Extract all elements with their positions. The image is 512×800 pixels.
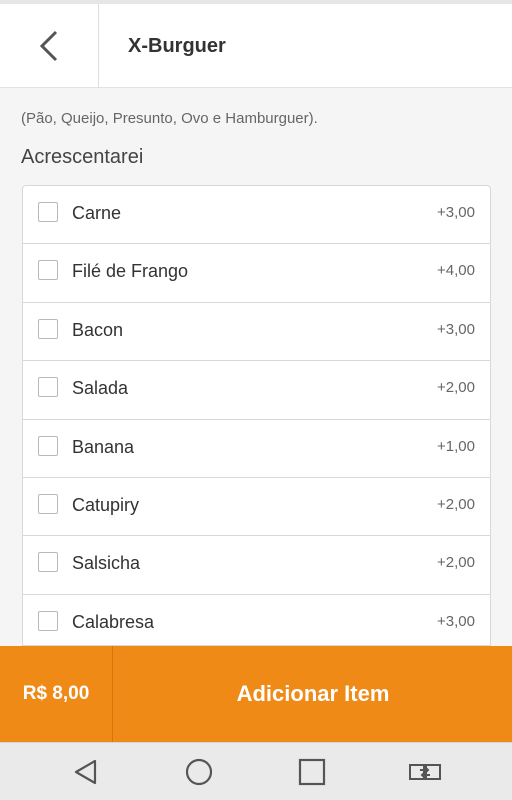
option-price: +3,00 (437, 320, 475, 338)
options-list[interactable]: Carne +3,00 Filé de Frango +4,00 Bacon +… (22, 185, 491, 646)
item-description: (Pão, Queijo, Presunto, Ovo e Hamburguer… (21, 110, 318, 127)
page-title: X-Burguer (128, 35, 226, 57)
nav-switch-button[interactable] (395, 743, 455, 800)
nav-recents-button[interactable] (282, 743, 342, 800)
chevron-left-icon (39, 30, 58, 62)
option-price: +2,00 (437, 554, 475, 572)
option-price: +3,00 (437, 612, 475, 630)
back-triangle-icon (74, 759, 97, 785)
option-name: Calabresa (72, 611, 155, 632)
switch-apps-icon (409, 764, 441, 780)
option-row-salada[interactable]: Salada +2,00 (23, 361, 490, 420)
option-price: +3,00 (437, 204, 475, 221)
home-circle-icon (185, 758, 213, 786)
add-item-button[interactable]: Adicionar Item (114, 646, 512, 742)
checkbox[interactable] (38, 552, 58, 573)
section-title: Acrescentarei (21, 146, 144, 168)
nav-back-button[interactable] (56, 743, 116, 800)
option-row-calabresa[interactable]: Calabresa +3,00 (23, 595, 490, 645)
checkbox[interactable] (38, 202, 58, 222)
option-name: Salada (72, 378, 129, 399)
option-row-banana[interactable]: Banana +1,00 (23, 420, 490, 478)
checkbox[interactable] (38, 435, 58, 456)
checkbox[interactable] (38, 377, 58, 398)
option-row-carne[interactable]: Carne +3,00 (23, 186, 490, 245)
option-row-catupiry[interactable]: Catupiry +2,00 (23, 478, 490, 537)
option-price: +1,00 (437, 437, 475, 455)
option-name: Salsicha (72, 553, 141, 574)
app-header: X-Burguer (0, 0, 512, 88)
checkbox[interactable] (38, 318, 58, 339)
nav-home-button[interactable] (169, 743, 229, 800)
option-name: Catupiry (72, 494, 140, 515)
system-navigation-bar (0, 742, 512, 800)
checkbox[interactable] (38, 610, 58, 631)
order-bar: R$ 8,00 Adicionar Item (0, 646, 512, 742)
option-name: Carne (72, 203, 122, 223)
option-row-bacon[interactable]: Bacon +3,00 (23, 303, 490, 362)
option-price: +4,00 (437, 262, 475, 280)
option-price: +2,00 (437, 379, 475, 397)
option-row-file-de-frango[interactable]: Filé de Frango +4,00 (23, 244, 490, 303)
option-price: +2,00 (437, 495, 475, 513)
recents-square-icon (298, 758, 326, 786)
checkbox[interactable] (38, 260, 58, 281)
option-name: Banana (72, 436, 135, 457)
option-name: Filé de Frango (72, 261, 189, 282)
back-button[interactable] (0, 4, 99, 88)
option-row-salsicha[interactable]: Salsicha +2,00 (23, 536, 490, 595)
option-name: Bacon (72, 319, 124, 340)
total-price: R$ 8,00 (0, 646, 113, 742)
checkbox[interactable] (38, 493, 58, 514)
